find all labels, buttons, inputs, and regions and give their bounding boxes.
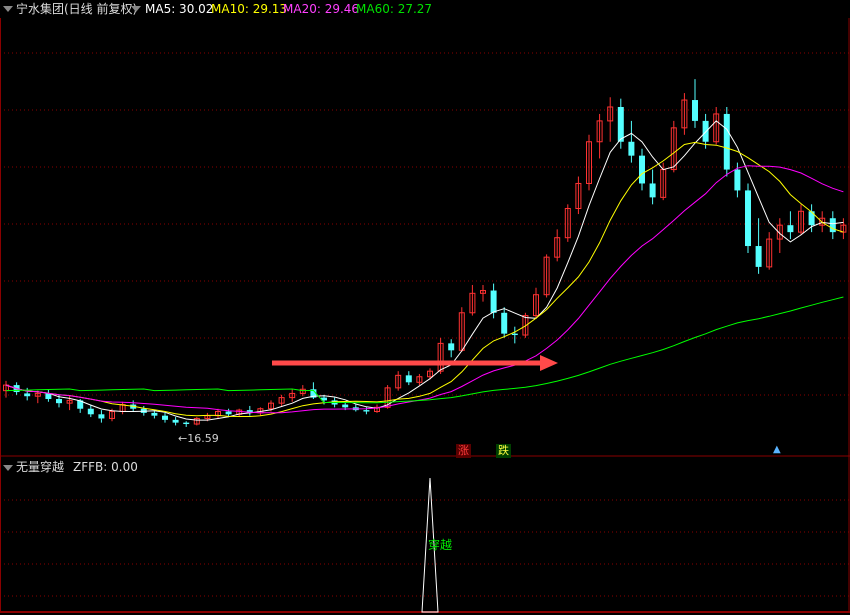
- candle: [501, 307, 508, 338]
- candle: [458, 307, 465, 352]
- candlestick-series: [3, 79, 847, 427]
- candle-body: [617, 106, 624, 142]
- ma60-line: [5, 296, 844, 404]
- candle-body: [405, 375, 412, 383]
- candle: [405, 371, 412, 386]
- candle: [246, 405, 253, 416]
- ma10-line: [5, 141, 844, 417]
- candle: [723, 106, 730, 177]
- candle: [162, 412, 168, 423]
- candle: [469, 284, 476, 316]
- candle: [564, 204, 571, 242]
- candle: [766, 232, 773, 270]
- candle: [278, 394, 285, 406]
- ma5-value: MA5: 30.02: [145, 2, 214, 16]
- candle-body: [734, 169, 741, 191]
- candle-body: [829, 218, 836, 233]
- candle-body: [501, 312, 508, 334]
- candle: [45, 389, 52, 402]
- candle: [395, 371, 402, 391]
- candle: [586, 134, 592, 191]
- candle-body: [723, 113, 730, 170]
- main-grid: [0, 18, 850, 613]
- candle: [575, 176, 582, 215]
- candle-body: [448, 343, 455, 351]
- candle-body: [225, 411, 232, 415]
- candle: [236, 408, 243, 418]
- candle-body: [649, 183, 656, 198]
- candle: [681, 93, 688, 135]
- candle: [183, 421, 190, 427]
- candle-body: [98, 414, 105, 419]
- ma20-value: MA20: 29.46: [283, 2, 360, 16]
- candle-body: [755, 246, 762, 267]
- candle: [87, 404, 94, 418]
- indicator-dropdown-icon[interactable]: [3, 465, 13, 471]
- candle: [596, 113, 603, 159]
- candle-body: [639, 155, 645, 184]
- candle-body: [151, 412, 158, 416]
- candle-body: [787, 225, 794, 233]
- candle: [119, 401, 126, 415]
- ma10-value: MA10: 29.13: [211, 2, 288, 16]
- candle: [374, 404, 380, 413]
- candle: [511, 326, 518, 344]
- candle-body: [490, 290, 497, 313]
- low-price-marker: ←16.59: [178, 432, 219, 445]
- candle-body: [745, 190, 751, 247]
- indicator-name: 无量穿越: [16, 460, 65, 474]
- candle-body: [24, 393, 31, 397]
- candle: [34, 390, 41, 404]
- candle-body: [87, 408, 94, 415]
- candle-body: [162, 415, 168, 420]
- candle: [639, 148, 645, 191]
- candle-body: [363, 410, 370, 412]
- kline-chart-canvas[interactable]: [0, 0, 850, 615]
- candle: [607, 97, 614, 142]
- dropdown-icon[interactable]: [3, 6, 13, 12]
- candle: [172, 417, 179, 426]
- candle-body: [342, 404, 349, 408]
- candle: [193, 417, 200, 426]
- low-price-value: 16.59: [187, 432, 219, 445]
- trend-arrow-head: [540, 355, 558, 371]
- rise-badge: 涨: [456, 444, 471, 458]
- cross-label: 穿越: [428, 538, 453, 552]
- candle-body: [172, 419, 179, 423]
- fall-badge: 跌: [496, 444, 511, 458]
- candle: [840, 218, 847, 240]
- candle: [798, 204, 804, 235]
- candle: [829, 211, 836, 240]
- up-arrow-icon: ▲: [773, 444, 781, 455]
- indicator-value: ZFFB: 0.00: [73, 460, 138, 474]
- candle-body: [692, 100, 698, 121]
- candle: [776, 218, 783, 253]
- candle: [554, 229, 561, 262]
- candle: [713, 106, 720, 145]
- candle: [352, 404, 359, 412]
- candle: [628, 120, 635, 163]
- candle: [787, 211, 794, 240]
- ma5-line: [5, 120, 844, 421]
- candle-body: [511, 333, 518, 336]
- ma-dropdown-icon[interactable]: [131, 6, 141, 12]
- stock-title: 宁水集团(日线 前复权): [16, 2, 138, 16]
- candle: [289, 389, 296, 402]
- candle-body: [56, 398, 62, 404]
- candle: [755, 218, 762, 274]
- candle-body: [183, 422, 190, 425]
- candle: [98, 410, 105, 423]
- candle: [692, 79, 698, 128]
- ma60-value: MA60: 27.27: [356, 2, 433, 16]
- candle: [649, 169, 656, 205]
- candle: [480, 284, 486, 302]
- candle: [543, 254, 550, 298]
- candle: [416, 373, 423, 386]
- moving-average-lines: [5, 120, 844, 421]
- candle: [533, 287, 539, 319]
- candle: [448, 339, 455, 358]
- candle-body: [628, 141, 635, 156]
- ma20-line: [5, 165, 844, 414]
- candle: [745, 183, 751, 253]
